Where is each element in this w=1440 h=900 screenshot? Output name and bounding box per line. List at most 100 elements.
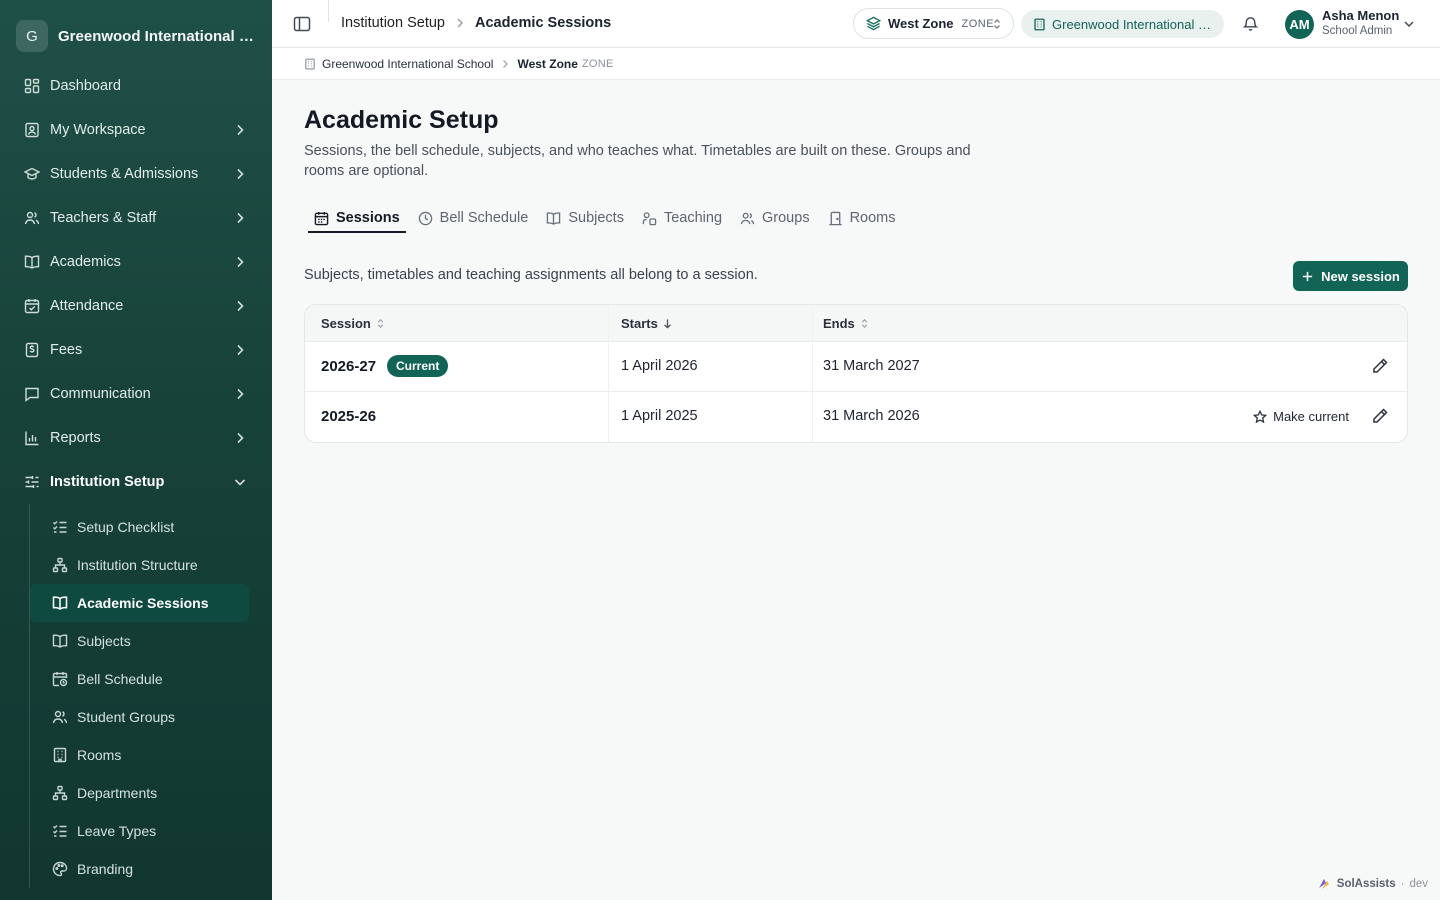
sidebar-item-setup-checklist[interactable]: Setup Checklist: [30, 508, 249, 546]
sidebar-item-label: Setup Checklist: [77, 519, 175, 535]
context-breadcrumb: Greenwood International School West Zone…: [272, 48, 1440, 80]
sidebar-item-students-admissions[interactable]: Students & Admissions: [0, 152, 272, 196]
table-row[interactable]: 2026-27 Current 1 April 2026 31 March 20…: [305, 342, 1407, 392]
tab-groups[interactable]: Groups: [734, 204, 816, 232]
sidebar-item-label: Fees: [50, 342, 83, 358]
make-current-button[interactable]: Make current: [1253, 409, 1349, 424]
chevron-right-icon: [237, 344, 244, 356]
sidebar-item-rooms[interactable]: Rooms: [30, 736, 249, 774]
sidebar-item-my-workspace[interactable]: My Workspace: [0, 108, 272, 152]
sidebar-item-leave-types[interactable]: Leave Types: [30, 812, 249, 850]
sessions-table: Session Starts Ends 2026-27 Current 1 Ap…: [304, 304, 1408, 443]
sidebar-item-label: Student Groups: [77, 709, 176, 725]
chevron-right-icon: [237, 300, 244, 312]
brand[interactable]: G Greenwood International School: [16, 20, 260, 52]
session-name: 2025-26: [321, 408, 377, 425]
teaching-icon: [642, 211, 657, 225]
calendar-icon: [314, 211, 329, 225]
zone-selector[interactable]: West Zone ZONE: [853, 8, 1014, 39]
sidebar-item-fees[interactable]: Fees: [0, 328, 272, 372]
table-header: Session Starts Ends: [305, 305, 1407, 342]
context-zone-tag: ZONE: [581, 57, 614, 70]
tab-teaching[interactable]: Teaching: [636, 204, 728, 232]
users-icon: [52, 710, 68, 724]
sidebar-item-student-groups[interactable]: Student Groups: [30, 698, 249, 736]
sidebar-item-departments[interactable]: Departments: [30, 774, 249, 812]
avatar[interactable]: AM: [1285, 10, 1314, 39]
sidebar-item-academics[interactable]: Academics: [0, 240, 272, 284]
chevron-right-icon: [237, 168, 244, 180]
sidebar-item-attendance[interactable]: Attendance: [0, 284, 272, 328]
breadcrumb: Institution Setup Academic Sessions: [341, 15, 611, 31]
workspace-icon: [25, 122, 39, 138]
tab-label: Bell Schedule: [439, 210, 529, 226]
dashboard-icon: [24, 78, 40, 94]
sidebar-item-subjects[interactable]: Subjects: [30, 622, 249, 660]
star-icon: [1253, 409, 1268, 423]
bell-icon[interactable]: [1242, 15, 1259, 32]
column-starts[interactable]: Starts: [621, 316, 673, 331]
tab-subjects[interactable]: Subjects: [540, 204, 630, 232]
pencil-icon[interactable]: [1371, 357, 1389, 375]
sidebar-item-communication[interactable]: Communication: [0, 372, 272, 416]
chevron-right-icon: [237, 388, 244, 400]
context-school[interactable]: Greenwood International School: [322, 57, 493, 71]
chevron-down-icon[interactable]: [1402, 17, 1416, 31]
column-ends[interactable]: Ends: [823, 316, 870, 331]
pencil-icon[interactable]: [1371, 407, 1389, 425]
sidebar-item-label: Branding: [77, 861, 134, 877]
make-current-label: Make current: [1273, 409, 1349, 424]
session-start: 1 April 2026: [621, 358, 698, 374]
users-icon: [24, 211, 40, 225]
sidebar-item-reports[interactable]: Reports: [0, 416, 272, 460]
tab-label: Subjects: [568, 210, 624, 226]
sidebar-item-label: Academic Sessions: [77, 595, 209, 611]
institution-setup-subnav: Setup Checklist Institution Structure Ac…: [29, 504, 272, 888]
column-session[interactable]: Session: [321, 316, 386, 331]
chevron-right-icon: [457, 18, 464, 28]
user-name: Asha Menon: [1322, 8, 1400, 23]
sidebar-item-label: Rooms: [77, 747, 122, 763]
sidebar-item-teachers-staff[interactable]: Teachers & Staff: [0, 196, 272, 240]
sidebar-item-label: My Workspace: [50, 122, 146, 138]
sidebar-item-label: Departments: [77, 785, 158, 801]
book-open-icon: [52, 634, 68, 648]
chevron-right-icon: [237, 212, 244, 224]
tab-sessions[interactable]: Sessions: [308, 204, 406, 233]
sidebar-item-academic-sessions[interactable]: Academic Sessions: [30, 584, 249, 622]
tab-bell-schedule[interactable]: Bell Schedule: [412, 204, 535, 232]
column-label: Session: [321, 316, 371, 331]
brand-logo: G: [16, 20, 48, 52]
sidebar-item-bell-schedule[interactable]: Bell Schedule: [30, 660, 249, 698]
sidebar-item-label: Students & Admissions: [50, 166, 199, 182]
building-icon: [305, 58, 315, 69]
session-end: 31 March 2026: [823, 408, 920, 424]
breadcrumb-institution-setup[interactable]: Institution Setup: [341, 15, 445, 31]
sidebar-item-label: Reports: [50, 430, 101, 446]
tab-rooms[interactable]: Rooms: [822, 204, 902, 232]
sidebar-item-institution-setup[interactable]: Institution Setup: [0, 460, 272, 504]
sidebar-item-label: Attendance: [50, 298, 124, 314]
sidebar-toggle-icon[interactable]: [292, 14, 312, 34]
sidebar-item-branding[interactable]: Branding: [30, 850, 249, 888]
sidebar-item-dashboard[interactable]: Dashboard: [0, 64, 272, 108]
zone-name: West Zone: [888, 16, 954, 31]
page-description: Sessions, the bell schedule, subjects, a…: [304, 143, 971, 179]
new-session-button[interactable]: New session: [1293, 261, 1408, 291]
graduation-cap-icon: [24, 167, 40, 180]
user-menu[interactable]: Asha Menon School Admin: [1322, 8, 1399, 37]
divider: [328, 0, 329, 22]
building-icon: [1034, 18, 1045, 30]
sidebar-item-institution-structure[interactable]: Institution Structure: [30, 546, 249, 584]
sliders-icon: [25, 476, 39, 488]
table-row[interactable]: 2025-26 1 April 2025 31 March 2026 Make …: [305, 392, 1407, 442]
sort-icon: [377, 318, 384, 329]
session-name: 2026-27: [321, 358, 377, 375]
status-badge: Current: [387, 355, 449, 377]
book-icon: [24, 255, 40, 269]
column-label: Ends: [823, 316, 855, 331]
chevron-down-icon: [234, 479, 246, 486]
school-selector[interactable]: Greenwood International School: [1021, 10, 1224, 38]
chevron-right-icon: [237, 124, 244, 136]
footer-separator: ·: [1400, 878, 1405, 890]
